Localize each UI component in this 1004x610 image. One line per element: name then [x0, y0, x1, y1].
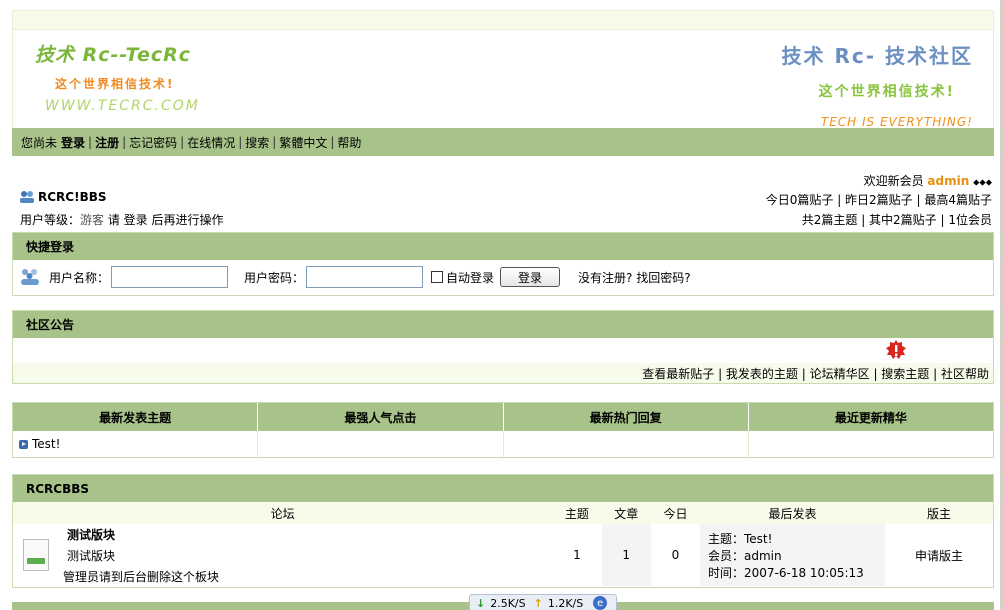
logo-left[interactable]: 技术 Rc--TecRc 这个世界相信技术! WWW.TECRC.COM — [35, 40, 200, 114]
welcome-arrows-icon: ⬥⬥⬥ — [973, 178, 992, 188]
login-button[interactable]: 登录 — [500, 267, 561, 287]
bullet-arrow-icon — [19, 439, 28, 449]
bbs-people-icon — [18, 190, 36, 204]
username-label: 用户名称： — [49, 270, 110, 285]
welcome-member-link[interactable]: admin — [927, 174, 969, 188]
user-level-label: 用户等级： — [20, 213, 81, 227]
forum-topics: 1 — [573, 548, 581, 562]
stats-posts: 今日0篇贴子 | 昨日2篇贴子 | 最高4篇贴子 — [765, 193, 992, 207]
notice-links: 查看最新贴子 | 我发表的主题 | 论坛精华区 | 搜索主题 | 社区帮助 — [642, 367, 989, 381]
logo-right-title: 技术 Rc- 技术社区 — [781, 44, 973, 68]
top-nav: 您尚未 登录 | 注册 | 忘记密码 | 在线情况 | 搜索 | 繁體中文 | … — [12, 128, 994, 156]
notice-link-essence[interactable]: 论坛精华区 — [810, 367, 870, 381]
stats-topics: 共2篇主题 | 其中2篇贴子 | 1位会员 — [801, 213, 992, 227]
nav-search-link[interactable]: 搜索 — [245, 134, 269, 151]
logo-left-title: 技术 Rc--TecRc — [35, 44, 192, 66]
col-forum: 论坛 — [270, 506, 295, 521]
logo-left-url: WWW.TECRC.COM — [45, 98, 200, 114]
forum-last-post: 主题：Test! 会员：admin 时间：2007-6-18 10:05:13 — [700, 524, 886, 586]
notice-link-help[interactable]: 社区帮助 — [941, 367, 989, 381]
stat-posts: 其中2篇贴子 — [869, 213, 937, 227]
forum-admin-note: 管理员请到后台删除这个板块 — [63, 569, 220, 584]
nav-login-link[interactable]: 登录 — [61, 134, 85, 151]
nav-forgot-link[interactable]: 忘记密码 — [129, 134, 177, 151]
download-speed: 2.5K/S — [490, 596, 526, 610]
register-forgot-links[interactable]: 没有注册? 找回密码? — [578, 269, 691, 286]
col-today: 今日 — [663, 506, 688, 521]
notice-link-mine[interactable]: 我发表的主题 — [726, 367, 798, 381]
users-icon — [19, 267, 41, 287]
nav-online-link[interactable]: 在线情况 — [187, 134, 235, 151]
nav-register-link[interactable]: 注册 — [95, 134, 119, 151]
tri-head-essence: 最近更新精华 — [834, 410, 907, 425]
last-post-member[interactable]: 会员：admin — [708, 547, 782, 564]
forum-name-link[interactable]: 测试版块 — [67, 526, 219, 543]
user-level: 用户等级：游客 请 登录 后再进行操作 — [20, 211, 224, 228]
logo-left-slogan: 这个世界相信技术! — [55, 77, 175, 91]
stat-max: 最高4篇贴子 — [924, 193, 992, 207]
alert-badge-icon — [885, 339, 907, 361]
stat-today: 今日0篇贴子 — [765, 193, 834, 207]
top-band — [12, 10, 994, 30]
forum-desc: 测试版块 — [67, 548, 116, 563]
username-input[interactable] — [111, 266, 229, 288]
site-header: 技术 Rc--TecRc 这个世界相信技术! WWW.TECRC.COM 技术 … — [12, 30, 994, 129]
col-posts: 文章 — [614, 506, 639, 521]
logo-right: 技术 Rc- 技术社区 这个世界相信技术! TECH IS EVERYTHING… — [782, 40, 973, 129]
quick-login-title: 快捷登录 — [13, 233, 993, 260]
tri-head-latest: 最新发表主题 — [13, 403, 259, 431]
upload-arrow-icon: ↑ — [533, 596, 543, 610]
stat-members: 1位会员 — [948, 213, 992, 227]
notice-link-search[interactable]: 搜索主题 — [881, 367, 929, 381]
stat-topics: 共2篇主题 — [801, 213, 858, 227]
quick-login-box: 快捷登录 用户名称： 用户密码： 自动登录 登录 没有注册? 找回密码? — [12, 232, 994, 296]
forum-posts: 1 — [601, 524, 651, 586]
auto-login-label: 自动登录 — [446, 270, 495, 285]
notice-box: 社区公告 查看最新贴子 | 我发表的主题 | 论坛精华区 | 搜索主题 | 社区… — [12, 310, 994, 384]
nav-traditional-link[interactable]: 繁體中文 — [279, 134, 327, 151]
ie-browser-icon[interactable]: e — [593, 596, 608, 610]
welcome-prefix: 欢迎新会员 — [863, 174, 924, 188]
col-moderator: 版主 — [926, 506, 951, 521]
latest-topic-link[interactable]: Test! — [32, 437, 60, 451]
col-topics: 主题 — [564, 506, 589, 521]
password-input[interactable] — [306, 266, 424, 288]
auto-login-checkbox[interactable] — [431, 271, 444, 283]
nav-help-link[interactable]: 帮助 — [337, 134, 361, 151]
col-last-post: 最后发表 — [768, 506, 817, 521]
logo-right-tagline: TECH IS EVERYTHING! — [820, 115, 973, 129]
forum-today: 0 — [671, 548, 680, 562]
upload-speed: 1.2K/S — [547, 596, 584, 610]
user-level-hint: 请 登录 后再进行操作 — [107, 213, 224, 227]
latest-topic-item[interactable]: Test! — [13, 431, 259, 457]
tri-head-hot: 最新热门回复 — [504, 403, 749, 431]
notice-link-latest[interactable]: 查看最新贴子 — [642, 367, 714, 381]
forum-row: 测试版块 测试版块 管理员请到后台删除这个板块 1 1 0 主题：Test! 会… — [13, 524, 993, 586]
nav-not-logged: 您尚未 — [21, 135, 58, 150]
logo-right-slogan: 这个世界相信技术! — [818, 84, 955, 100]
download-arrow-icon: ↓ — [476, 596, 486, 610]
last-post-time: 时间：2007-6-18 10:05:13 — [708, 565, 864, 580]
last-post-topic[interactable]: 主题：Test! — [708, 530, 772, 547]
notice-title: 社区公告 — [13, 311, 993, 338]
forum-doc-icon — [23, 539, 49, 571]
tri-head-popular: 最强人气点击 — [258, 403, 504, 431]
apply-moderator-link[interactable]: 申请版主 — [885, 524, 993, 586]
forum-category[interactable]: RCRCBBS — [13, 475, 993, 502]
welcome-line: 欢迎新会员 admin ⬥⬥⬥ — [864, 172, 992, 189]
password-label: 用户密码： — [244, 270, 305, 285]
forum-box: RCRCBBS 论坛 主题 文章 今日 最后发表 版主 测试版块 测试版块 管理… — [12, 474, 994, 588]
speed-widget[interactable]: ↓ 2.5K/S ↑ 1.2K/S e — [469, 594, 617, 610]
stat-yesterday: 昨日2篇贴子 — [845, 193, 913, 207]
bbs-name: RCRC!BBS — [38, 190, 107, 204]
highlights-box: 最新发表主题 最强人气点击 最新热门回复 最近更新精华 Test! — [12, 402, 994, 458]
window-edge — [1000, 0, 1004, 610]
user-level-value: 游客 — [80, 213, 105, 227]
bbs-title[interactable]: RCRC!BBS — [18, 190, 107, 204]
